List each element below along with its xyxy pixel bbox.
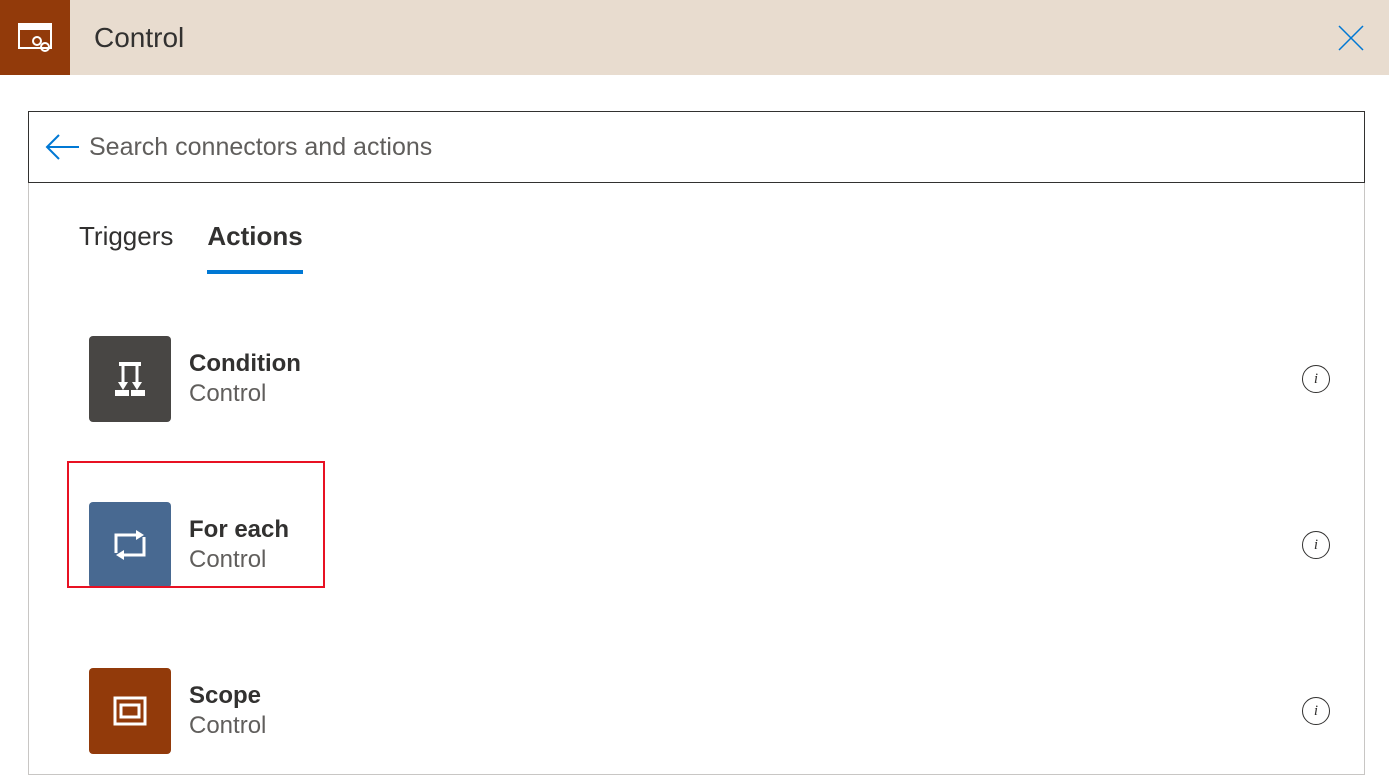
- action-item-foreach[interactable]: For each Control i: [29, 482, 1364, 608]
- tab-bar: Triggers Actions: [29, 221, 1364, 274]
- info-button[interactable]: i: [1302, 365, 1330, 393]
- tab-actions[interactable]: Actions: [207, 221, 302, 274]
- foreach-icon: [89, 502, 171, 588]
- action-name-label: For each: [189, 516, 1302, 544]
- action-item-condition[interactable]: Condition Control i: [29, 316, 1364, 442]
- panel-title: Control: [94, 22, 184, 54]
- search-input[interactable]: [89, 133, 1350, 162]
- action-category-label: Control: [189, 546, 1302, 574]
- action-category-label: Control: [189, 380, 1302, 408]
- action-text: Scope Control: [189, 682, 1302, 740]
- control-header-icon: [0, 0, 70, 75]
- actions-list: Condition Control i For each Control: [29, 274, 1364, 774]
- search-bar: [28, 111, 1365, 183]
- tab-triggers[interactable]: Triggers: [79, 221, 173, 274]
- action-item-scope[interactable]: Scope Control i: [29, 648, 1364, 774]
- action-category-label: Control: [189, 712, 1302, 740]
- close-button[interactable]: [1331, 18, 1371, 58]
- info-icon: i: [1314, 703, 1318, 720]
- back-arrow-icon: [45, 133, 81, 161]
- action-text: For each Control: [189, 516, 1302, 574]
- action-name-label: Condition: [189, 350, 1302, 378]
- info-icon: i: [1314, 537, 1318, 554]
- action-text: Condition Control: [189, 350, 1302, 408]
- info-button[interactable]: i: [1302, 531, 1330, 559]
- action-name-label: Scope: [189, 682, 1302, 710]
- scope-icon: [89, 668, 171, 754]
- info-button[interactable]: i: [1302, 697, 1330, 725]
- close-icon: [1336, 23, 1366, 53]
- back-button[interactable]: [43, 127, 83, 167]
- panel-header: Control: [0, 0, 1389, 75]
- main-panel: Triggers Actions Condition Control: [28, 183, 1365, 775]
- condition-icon: [89, 336, 171, 422]
- info-icon: i: [1314, 371, 1318, 388]
